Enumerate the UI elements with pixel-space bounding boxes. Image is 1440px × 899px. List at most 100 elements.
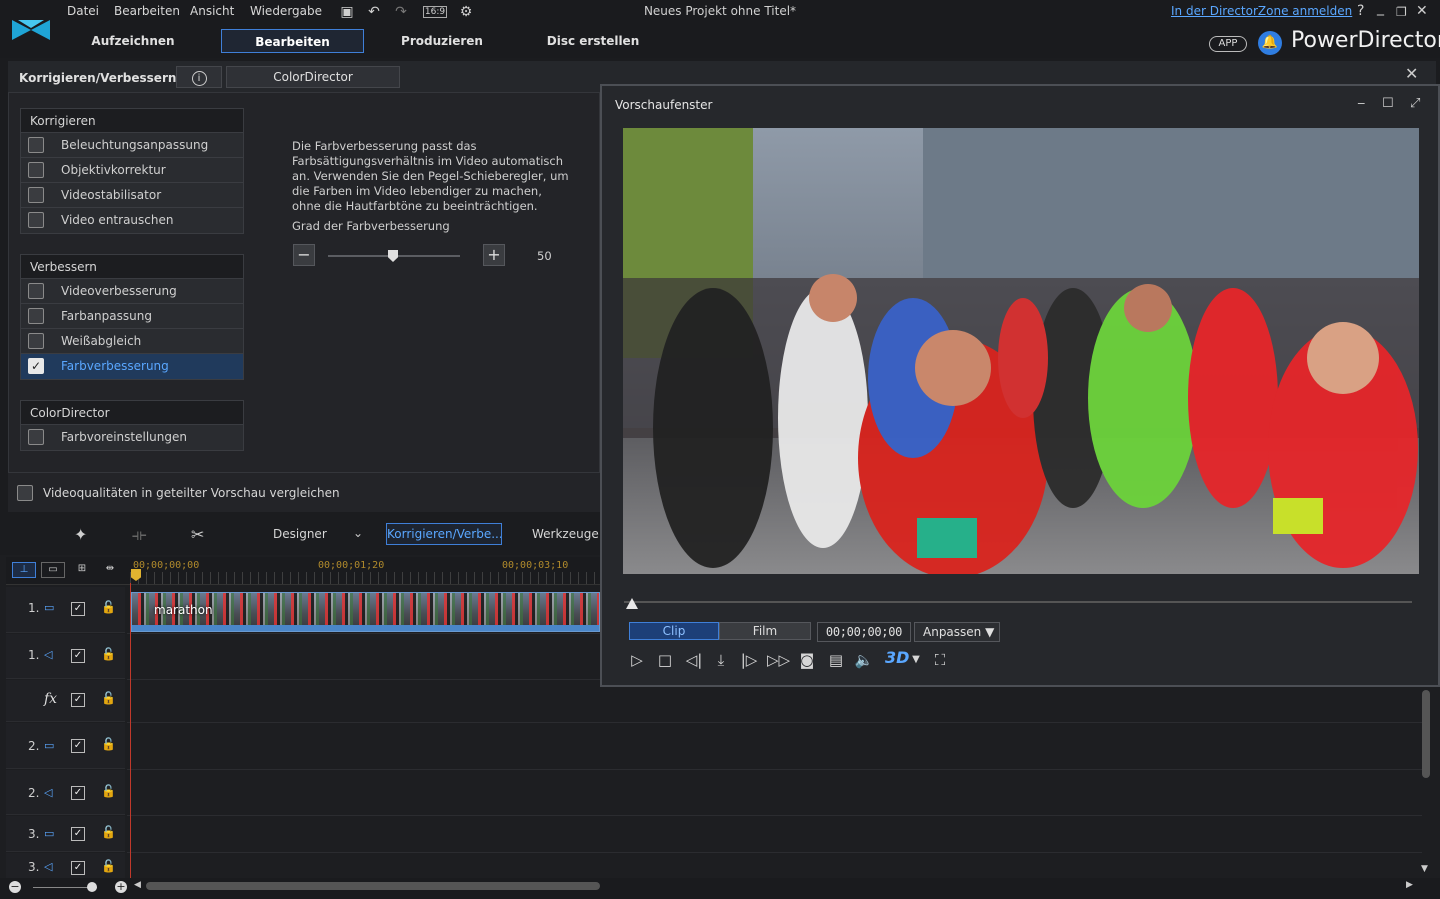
playhead-line[interactable] — [130, 583, 131, 883]
option-farbvoreinstellungen[interactable]: Farbvoreinstellungen — [21, 425, 243, 450]
clip-mode-button[interactable]: Clip — [629, 622, 719, 640]
checkbox[interactable] — [28, 187, 44, 203]
tab-aufzeichnen[interactable]: Aufzeichnen — [80, 29, 186, 53]
tab-disc-erstellen[interactable]: Disc erstellen — [537, 29, 649, 53]
preview-seek-bar[interactable] — [624, 601, 1412, 603]
track-enable-checkbox[interactable]: ✓ — [71, 602, 85, 616]
directorzone-login-link[interactable]: In der DirectorZone anmelden — [1171, 4, 1352, 18]
undo-icon[interactable]: ↶ — [365, 3, 383, 21]
stop-icon[interactable]: □ — [654, 650, 676, 670]
option-farbverbesserung[interactable]: ✓ Farbverbesserung — [21, 354, 243, 379]
korrigieren-verbessern-button[interactable]: Korrigieren/Verbe... — [386, 523, 502, 545]
play-icon[interactable]: ▷ — [626, 650, 648, 670]
video-frame[interactable] — [623, 128, 1419, 574]
split-icon[interactable]: ⟛ — [132, 525, 147, 545]
tab-bearbeiten[interactable]: Bearbeiten — [221, 29, 364, 53]
chevron-down-icon[interactable]: ⌄ — [353, 526, 363, 540]
fit-dropdown[interactable]: Anpassen ▼ — [914, 622, 1000, 642]
unlock-icon[interactable]: 🔓 — [101, 859, 116, 873]
unlock-icon[interactable]: 🔓 — [101, 647, 116, 661]
track-lane-audio-2[interactable] — [127, 770, 1422, 816]
vertical-scrollbar[interactable] — [1422, 690, 1430, 778]
unlock-icon[interactable]: 🔓 — [101, 737, 116, 751]
track-enable-checkbox[interactable]: ✓ — [71, 786, 85, 800]
redo-icon[interactable]: ↷ — [392, 3, 410, 21]
checkbox[interactable] — [28, 283, 44, 299]
notification-bell-icon[interactable]: 🔔 — [1258, 31, 1282, 55]
help-button[interactable]: ? — [1357, 3, 1364, 19]
option-video-entrauschen[interactable]: Video entrauschen — [21, 208, 243, 233]
track-lane-video-3[interactable] — [127, 816, 1422, 853]
unlock-icon[interactable]: 🔓 — [101, 784, 116, 798]
scissors-icon[interactable]: ✂ — [191, 525, 204, 544]
checkbox[interactable] — [28, 212, 44, 228]
checkbox[interactable] — [28, 333, 44, 349]
info-button[interactable]: i — [176, 66, 222, 88]
werkzeuge-menu[interactable]: Werkzeuge — [532, 527, 599, 541]
unlock-icon[interactable]: 🔓 — [101, 600, 116, 614]
magic-tool-icon[interactable]: ✦ — [74, 525, 87, 544]
track-enable-checkbox[interactable]: ✓ — [71, 649, 85, 663]
timeline-view-icon[interactable]: ⊥ — [12, 562, 36, 578]
menu-ansicht[interactable]: Ansicht — [190, 4, 234, 18]
fast-forward-icon[interactable]: ▷▷ — [767, 650, 790, 670]
close-button[interactable]: ✕ — [1416, 3, 1428, 19]
video-clip[interactable]: marathon — [131, 592, 600, 632]
timeline-ruler[interactable] — [130, 572, 600, 584]
menu-bearbeiten[interactable]: Bearbeiten — [114, 4, 180, 18]
preview-minimize-icon[interactable]: _ — [1358, 90, 1365, 105]
subtitle-icon[interactable]: ▤ — [825, 650, 847, 670]
snapshot-icon[interactable]: ◙ — [796, 650, 818, 670]
designer-menu[interactable]: Designer — [273, 527, 327, 541]
scroll-right-icon[interactable]: ▶ — [1406, 880, 1413, 890]
mark-icon[interactable]: ⤓ — [710, 650, 732, 670]
zoom-slider-thumb[interactable] — [87, 882, 97, 892]
track-enable-checkbox[interactable]: ✓ — [71, 739, 85, 753]
save-icon[interactable]: ▣ — [338, 3, 356, 21]
track-enable-checkbox[interactable]: ✓ — [71, 861, 85, 875]
track-manager-icon[interactable]: ⊞ — [70, 562, 94, 578]
preview-seek-thumb[interactable] — [626, 598, 638, 609]
previous-frame-icon[interactable]: ◁| — [683, 650, 705, 670]
3d-dropdown-arrow-icon[interactable]: ▼ — [905, 650, 927, 670]
scroll-left-icon[interactable]: ◀ — [134, 880, 141, 890]
option-beleuchtungsanpassung[interactable]: Beleuchtungsanpassung — [21, 133, 243, 158]
option-videostabilisator[interactable]: Videostabilisator — [21, 183, 243, 208]
increase-button[interactable]: + — [483, 244, 505, 266]
checkbox[interactable] — [28, 162, 44, 178]
unlock-icon[interactable]: 🔓 — [101, 825, 116, 839]
volume-icon[interactable]: 🔈 — [853, 650, 875, 670]
checkbox[interactable] — [28, 429, 44, 445]
settings-icon[interactable]: ⚙ — [457, 3, 475, 21]
preview-maximize-icon[interactable]: ☐ — [1382, 96, 1394, 111]
colordirector-button[interactable]: ColorDirector — [226, 66, 400, 88]
option-farbanpassung[interactable]: Farbanpassung — [21, 304, 243, 329]
checkbox-checked[interactable]: ✓ — [28, 358, 44, 374]
track-enable-checkbox[interactable]: ✓ — [71, 827, 85, 841]
panel-close-icon[interactable]: ✕ — [1405, 64, 1418, 83]
zoom-in-icon[interactable]: + — [115, 881, 127, 893]
checkbox[interactable] — [28, 308, 44, 324]
film-mode-button[interactable]: Film — [719, 622, 811, 640]
tab-produzieren[interactable]: Produzieren — [390, 29, 494, 53]
next-frame-icon[interactable]: |▷ — [738, 650, 760, 670]
preview-undock-icon[interactable]: ⤢ — [1410, 96, 1420, 111]
decrease-button[interactable]: − — [293, 244, 315, 266]
option-weissabgleich[interactable]: Weißabgleich — [21, 329, 243, 354]
restore-button[interactable]: ❐ — [1396, 5, 1407, 19]
storyboard-view-icon[interactable]: ▭ — [41, 562, 65, 578]
preview-timecode[interactable]: 00;00;00;00 — [817, 622, 911, 642]
fullscreen-icon[interactable]: ⛶ — [929, 650, 951, 670]
aspect-ratio-icon[interactable]: 16:9 ⌄ — [418, 3, 452, 35]
menu-datei[interactable]: Datei — [67, 4, 99, 18]
fit-timeline-icon[interactable]: ⇹ — [98, 562, 122, 578]
track-lane-video-2[interactable] — [127, 723, 1422, 770]
minimize-button[interactable]: _ — [1377, 0, 1384, 16]
checkbox[interactable] — [28, 137, 44, 153]
option-objektivkorrektur[interactable]: Objektivkorrektur — [21, 158, 243, 183]
horizontal-scrollbar[interactable] — [146, 882, 600, 890]
unlock-icon[interactable]: 🔓 — [101, 691, 116, 705]
app-badge[interactable]: APP — [1209, 36, 1247, 52]
zoom-out-icon[interactable]: − — [9, 881, 21, 893]
scroll-down-icon[interactable]: ▼ — [1421, 864, 1428, 874]
